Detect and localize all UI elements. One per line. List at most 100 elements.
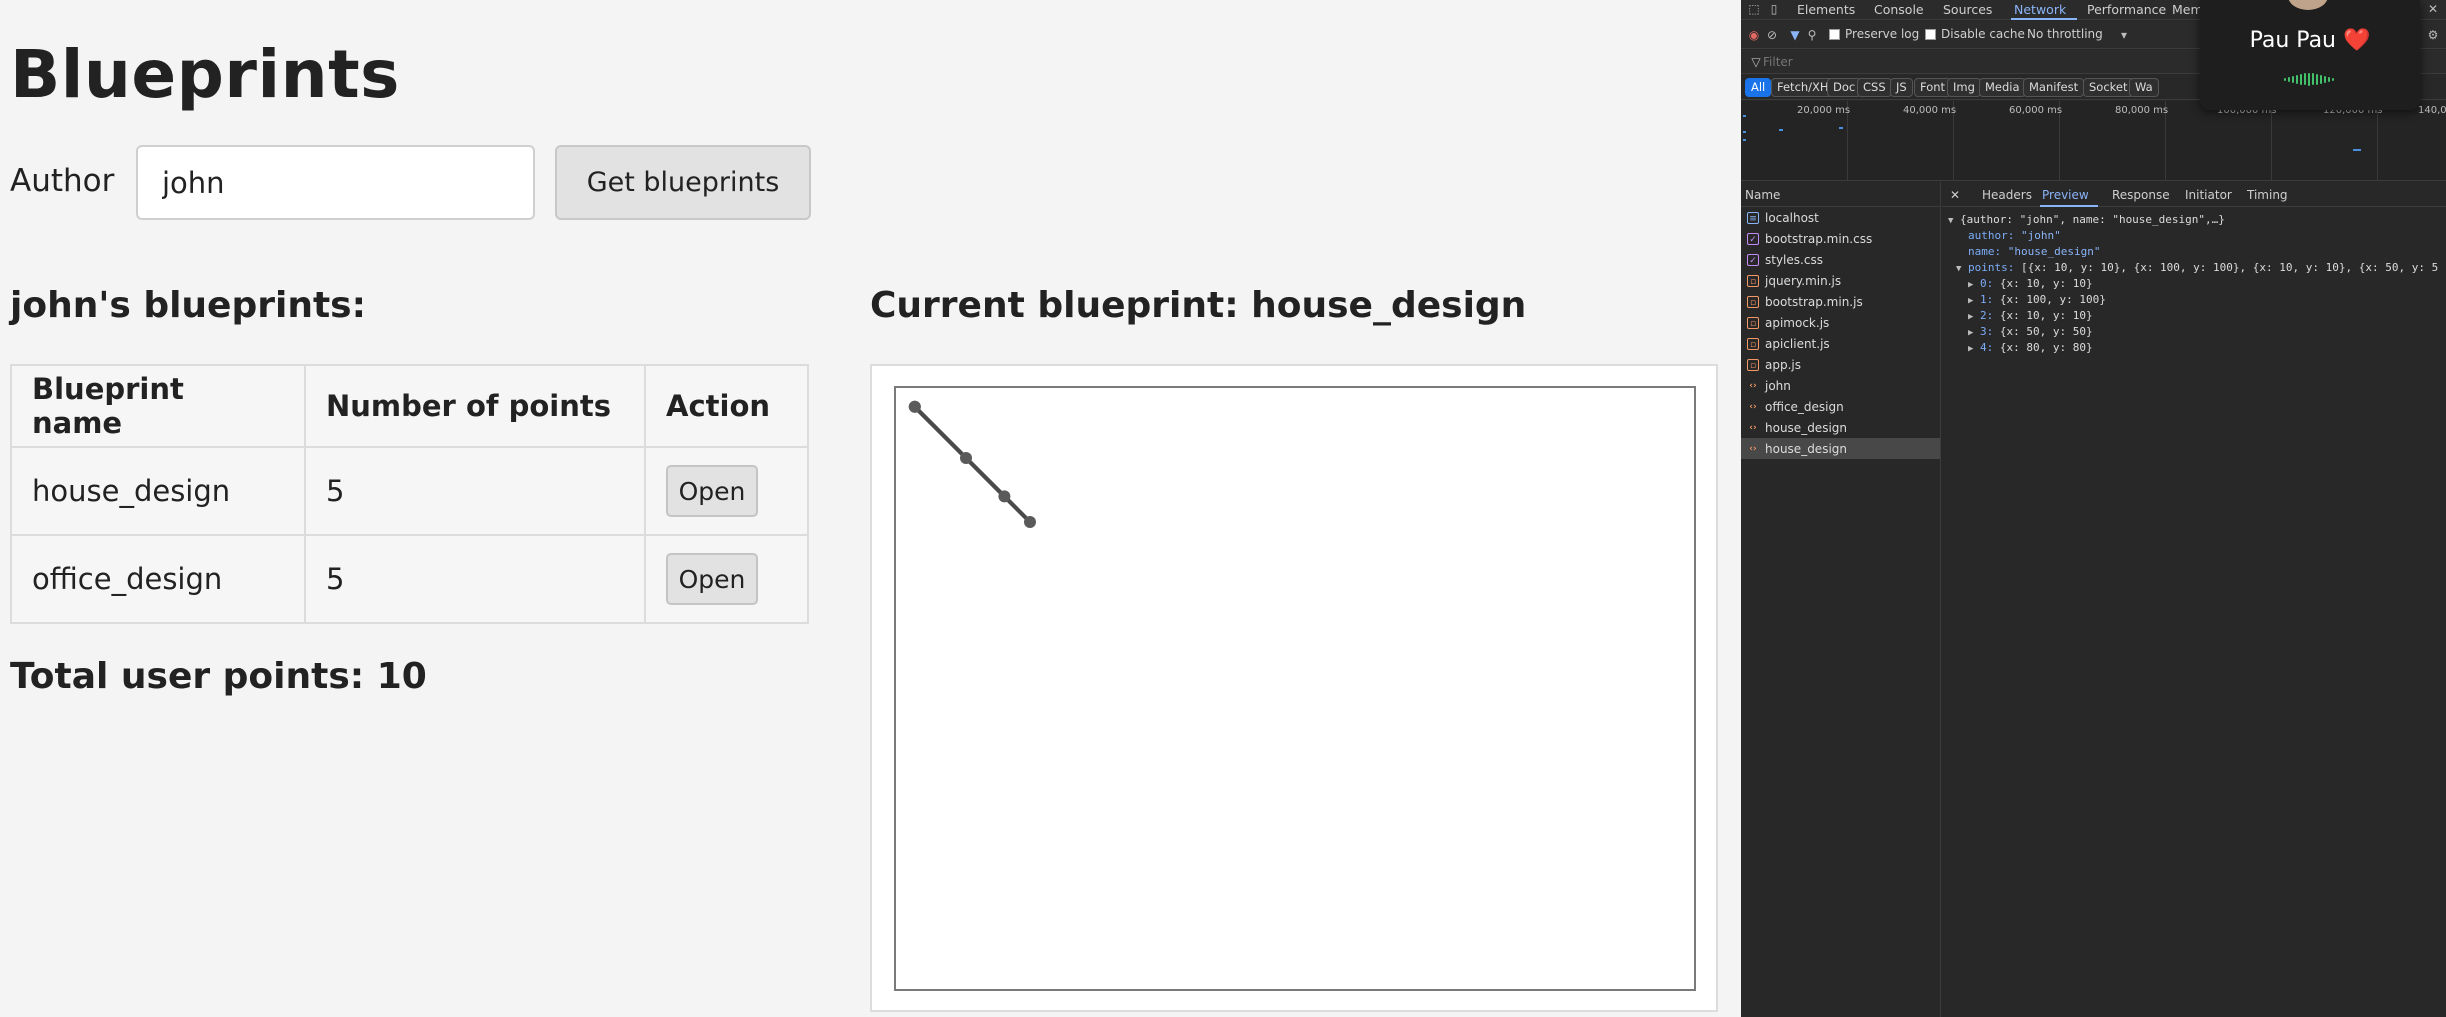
- request-detail-panel: ✕ Headers Preview Response Initiator Tim…: [1942, 182, 2446, 1017]
- request-row-selected[interactable]: ‹› house_design: [1741, 438, 1940, 459]
- chevron-down-icon[interactable]: ▾: [2117, 28, 2131, 42]
- tab-performance[interactable]: Performance: [2087, 2, 2166, 17]
- type-filter-manifest[interactable]: Manifest: [2023, 78, 2085, 97]
- json-preview: ▼ {author: "john", name: "house_design",……: [1942, 207, 2446, 361]
- tab-initiator[interactable]: Initiator: [2185, 188, 2232, 202]
- preview-root[interactable]: ▼ {author: "john", name: "house_design",……: [1948, 212, 2440, 228]
- record-icon[interactable]: ◉: [1747, 28, 1761, 42]
- wave-bar: [2296, 74, 2298, 84]
- throttling-select[interactable]: No throttling: [2027, 27, 2103, 41]
- preview-point-item[interactable]: ▶ 0: {x: 10, y: 10}: [1948, 276, 2440, 292]
- collapsed-triangle-icon[interactable]: ▶: [1968, 293, 1980, 309]
- wave-bar: [2308, 72, 2310, 86]
- column-header-action: Action: [644, 364, 809, 448]
- open-blueprint-button[interactable]: Open: [666, 465, 758, 517]
- blueprint-drawing: [908, 400, 1036, 528]
- tab-timing[interactable]: Timing: [2247, 188, 2288, 202]
- request-row[interactable]: ▫ apimock.js: [1741, 312, 1940, 333]
- preserve-log-checkbox[interactable]: [1829, 29, 1840, 40]
- collapsed-triangle-icon[interactable]: ▶: [1968, 341, 1980, 357]
- request-row[interactable]: ▫ jquery.min.js: [1741, 270, 1940, 291]
- blueprint-points-cell: 5: [304, 534, 646, 624]
- preview-value: "house_design": [2007, 245, 2101, 258]
- wave-bar: [2332, 77, 2334, 81]
- script-icon: ▫: [1747, 274, 1759, 287]
- table-header-row: Blueprint name Number of points Action: [10, 364, 809, 448]
- type-filter-css[interactable]: CSS: [1857, 78, 1892, 97]
- request-row[interactable]: ▫ apiclient.js: [1741, 333, 1940, 354]
- request-row[interactable]: ‹› john: [1741, 375, 1940, 396]
- search-icon[interactable]: ⚲: [1805, 28, 1819, 42]
- collapsed-triangle-icon[interactable]: ▶: [1968, 309, 1980, 325]
- tab-sources[interactable]: Sources: [1943, 2, 1992, 17]
- blueprint-canvas[interactable]: [894, 386, 1696, 991]
- request-row[interactable]: ‹› house_design: [1741, 417, 1940, 438]
- request-row[interactable]: ✓ bootstrap.min.css: [1741, 228, 1940, 249]
- active-detail-tab-indicator: [2040, 205, 2098, 207]
- tab-memory[interactable]: Mem: [2172, 2, 2203, 17]
- total-user-points: Total user points: 10: [10, 656, 427, 697]
- preview-point-item[interactable]: ▶ 1: {x: 100, y: 100}: [1948, 292, 2440, 308]
- network-overview-timeline[interactable]: 20,000 ms 40,000 ms 60,000 ms 80,000 ms …: [1741, 101, 2446, 181]
- preview-points-line[interactable]: ▼ points: [{x: 10, y: 10}, {x: 100, y: 10…: [1948, 260, 2440, 276]
- blueprint-segment: [912, 404, 968, 460]
- wave-bar: [2328, 76, 2330, 82]
- request-row[interactable]: ✓ styles.css: [1741, 249, 1940, 270]
- tab-elements[interactable]: Elements: [1797, 2, 1855, 17]
- expand-triangle-icon[interactable]: ▼: [1956, 261, 1968, 277]
- collapsed-triangle-icon[interactable]: ▶: [1968, 325, 1980, 341]
- open-blueprint-button[interactable]: Open: [666, 553, 758, 605]
- request-row[interactable]: ≡ localhost: [1741, 207, 1940, 228]
- disable-cache-checkbox[interactable]: [1925, 29, 1936, 40]
- collapsed-triangle-icon[interactable]: ▶: [1968, 277, 1980, 293]
- request-row[interactable]: ▫ bootstrap.min.js: [1741, 291, 1940, 312]
- request-name: apimock.js: [1765, 315, 1830, 330]
- author-input[interactable]: [136, 145, 535, 220]
- filter-input[interactable]: [1763, 53, 2023, 71]
- total-points-label: Total user points:: [10, 656, 365, 697]
- type-filter-wasm[interactable]: Wa: [2129, 78, 2159, 97]
- tab-response[interactable]: Response: [2112, 188, 2170, 202]
- clear-icon[interactable]: ⊘: [1765, 28, 1779, 42]
- request-row[interactable]: ▫ app.js: [1741, 354, 1940, 375]
- preview-summary: {author: "john", name: "house_design",…}: [1960, 213, 2225, 226]
- xhr-icon: ‹›: [1749, 401, 1757, 412]
- preview-point-item[interactable]: ▶ 4: {x: 80, y: 80}: [1948, 340, 2440, 356]
- preview-point-item[interactable]: ▶ 3: {x: 50, y: 50}: [1948, 324, 2440, 340]
- voice-wave-icon: [2284, 72, 2334, 86]
- active-tab-indicator: [2011, 18, 2077, 20]
- wave-bar: [2292, 75, 2294, 83]
- call-overlay[interactable]: Pau Pau ❤️: [2200, 0, 2420, 110]
- request-row[interactable]: ‹› office_design: [1741, 396, 1940, 417]
- caller-name: Pau Pau ❤️: [2249, 28, 2371, 53]
- type-filter-media[interactable]: Media: [1979, 78, 2026, 97]
- total-points-value: 10: [376, 656, 427, 697]
- tab-preview[interactable]: Preview: [2042, 188, 2089, 202]
- preview-point-item[interactable]: ▶ 2: {x: 10, y: 10}: [1948, 308, 2440, 324]
- blueprint-point: [908, 400, 921, 413]
- tab-console[interactable]: Console: [1874, 2, 1924, 17]
- column-header-points: Number of points: [304, 364, 646, 448]
- type-filter-all[interactable]: All: [1745, 78, 1772, 97]
- request-name: app.js: [1765, 357, 1801, 372]
- type-filter-js[interactable]: JS: [1890, 78, 1913, 97]
- device-toolbar-icon[interactable]: ▯: [1767, 2, 1781, 16]
- blueprints-app: Blueprints Author Get blueprints john's …: [0, 0, 1740, 1017]
- get-blueprints-button[interactable]: Get blueprints: [555, 145, 811, 220]
- close-icon[interactable]: ✕: [2426, 2, 2440, 16]
- filter-icon[interactable]: ▼: [1788, 28, 1802, 42]
- tab-network[interactable]: Network: [2014, 2, 2066, 17]
- gear-icon[interactable]: ⚙: [2426, 28, 2440, 42]
- type-filter-img[interactable]: Img: [1947, 78, 1981, 97]
- name-column-header[interactable]: Name: [1741, 182, 1940, 207]
- tab-headers[interactable]: Headers: [1982, 188, 2032, 202]
- close-detail-icon[interactable]: ✕: [1950, 188, 1960, 202]
- inspect-element-icon[interactable]: ⬚: [1747, 2, 1761, 16]
- expand-triangle-icon[interactable]: ▼: [1948, 213, 1960, 229]
- wave-bar: [2320, 74, 2322, 84]
- type-filter-socket[interactable]: Socket: [2083, 78, 2134, 97]
- type-filter-font[interactable]: Font: [1914, 78, 1952, 97]
- blueprint-point: [960, 452, 972, 464]
- heart-icon: ❤️: [2343, 28, 2371, 53]
- preserve-log-label: Preserve log: [1845, 27, 1920, 41]
